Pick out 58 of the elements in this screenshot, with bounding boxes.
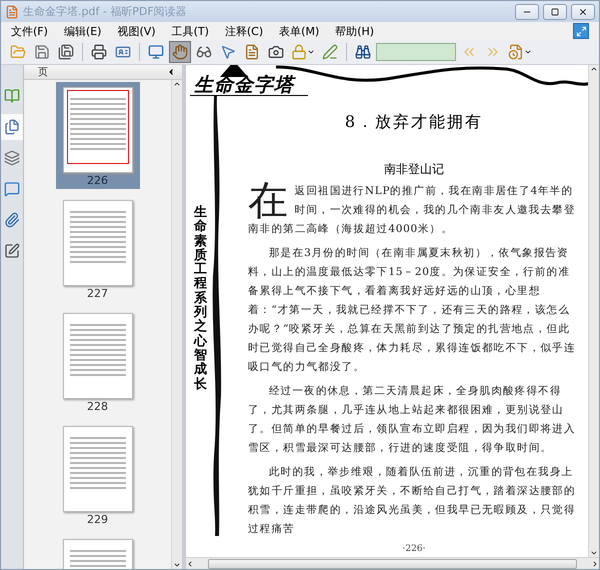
page-thumbnail[interactable]: 228 [56, 308, 140, 415]
fullscreen-button[interactable] [573, 23, 589, 39]
side-tab[interactable] [1, 114, 23, 140]
page-thumbnail[interactable]: 226 [56, 82, 140, 189]
panel-title: 页 [38, 66, 49, 79]
folder-icon [10, 44, 26, 60]
window-title: 生命金字塔.pdf - 福昕PDF阅读器 [23, 4, 188, 19]
document-clock-icon [508, 44, 524, 60]
close-button[interactable] [571, 4, 595, 20]
page-number: ·226· [402, 544, 426, 554]
monitor-icon [148, 44, 164, 60]
paragraph: 经过一夜的休息，第二天清晨起床，全身肌肉酸疼得不得了，尤其两条腿，几乎连从地上站起来都很困难，更别说登山了。但简单的早餐过后，领队宣布立即启程，因为我们即将进入雪区，积雪最深可达腰部，行进的速度受阻，得争取时间。 [248, 384, 577, 456]
page-number: 228 [87, 400, 108, 413]
menu-item[interactable]: 表单(M) [279, 24, 320, 38]
close-icon [578, 6, 588, 16]
menu-item[interactable]: 工具(T) [172, 24, 209, 38]
maximize-button[interactable] [543, 4, 567, 20]
glasses-icon [196, 44, 212, 60]
save-icon [34, 44, 50, 60]
caret-icon [307, 48, 315, 56]
page-number: 226 [87, 174, 108, 187]
menu-item[interactable]: 编辑(E) [64, 24, 102, 38]
app-icon [5, 4, 19, 18]
chapter-title: 8．放弃才能拥有 [344, 112, 484, 133]
page-thumbnail[interactable]: 229 [56, 421, 140, 528]
find-field[interactable] [376, 43, 456, 61]
menu-item[interactable]: 注释(C) [224, 24, 264, 38]
paperclip-icon [4, 212, 20, 228]
caret-icon [524, 48, 532, 56]
binoculars-icon [355, 44, 371, 60]
maximize-icon [551, 8, 559, 16]
hand-icon [172, 44, 188, 60]
book-logo: 生命金字塔 [190, 75, 308, 96]
layers-icon [4, 150, 20, 166]
page-thumbnail[interactable]: 227 [56, 195, 140, 302]
comment-icon [4, 181, 20, 197]
book-icon [4, 88, 20, 104]
printer-icon [91, 44, 107, 60]
pages-icon [4, 119, 20, 135]
horizontal-scrollbar[interactable] [186, 557, 599, 569]
menu-item[interactable]: 文件(F) [11, 24, 48, 38]
camera-icon [268, 44, 284, 60]
pen-square-icon [4, 243, 20, 259]
pen-icon [322, 44, 338, 60]
card-icon [115, 44, 131, 60]
paragraph: 此时的我，举步维艰，随着队伍前进，沉重的背包在我身上犹如千斤重担，虽咬紧牙关，不断给自己打气，踏着深达腰部的积雪，连走带爬的，沿途风光虽美，但我早已无暇顾及，只觉得过程痛苦 [248, 465, 577, 537]
text-document-icon [244, 44, 260, 60]
series-title: 生命素质工程系列之心智成长 [194, 206, 207, 394]
paragraph: 那是在3月份的时间（在南非属夏末秋初），依气象报告资料，山上的温度最低达零下15－20度。为保证安全，行前的准备累得上气不接下气，看着离我好远好远的山顶，心里想着：“才第一天，我就已经撑不下了，还有三天的路程，该怎么办呢？”咬紧牙关，总算在天黑前到达了预定的扎营地点，但此时已觉得自己全身酸疼，体力耗尽，累得连饭都吃不下，似乎连吸口气的力气都没了。 [248, 246, 577, 375]
lock-icon [291, 44, 307, 60]
save-all-icon [58, 44, 74, 60]
menu-item[interactable]: 帮助(H) [335, 24, 374, 38]
pointer-icon [220, 44, 236, 60]
page-number: 229 [87, 513, 108, 526]
menu-item[interactable]: 视图(V) [117, 24, 156, 38]
expand-icon [576, 26, 586, 36]
section-title: 南非登山记 [383, 161, 445, 178]
page-number: 227 [87, 287, 108, 300]
